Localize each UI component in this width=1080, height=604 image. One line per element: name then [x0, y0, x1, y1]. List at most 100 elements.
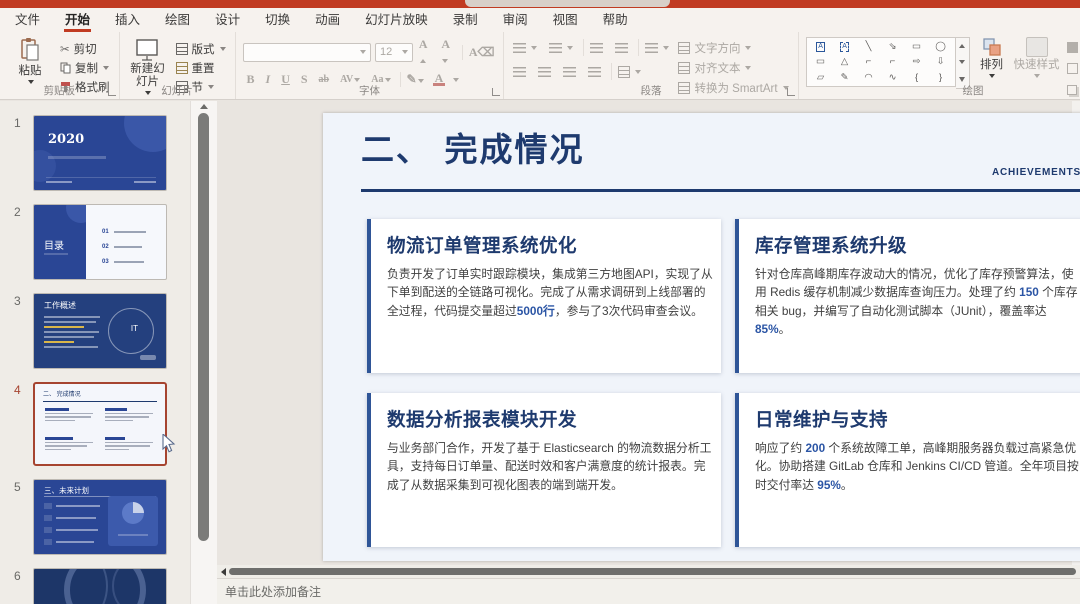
gallery-more-icon[interactable] — [959, 77, 965, 82]
scrollbar-thumb[interactable] — [229, 568, 1076, 575]
card-maintenance-support[interactable]: 日常维护与支持 响应了约 200 个系统故障工单，高峰期服务器负载过高紧急优化。… — [735, 393, 1080, 547]
thumb-title: 三、未来计划 — [44, 485, 89, 496]
slide-2-thumbnail[interactable]: 目录 01 02 03 — [33, 204, 167, 280]
tab-help[interactable]: 帮助 — [602, 6, 629, 32]
slide-1-thumbnail[interactable]: 2020 — [33, 115, 167, 191]
dialog-launcher-icon[interactable] — [787, 88, 795, 96]
oval-shape-icon[interactable]: ◯ — [935, 41, 946, 52]
align-text-icon — [678, 62, 690, 74]
slide-5-thumbnail[interactable]: 三、未来计划 — [33, 479, 167, 555]
group-slides: 新建幻灯片 版式 重置 节 幻灯片 — [119, 32, 235, 99]
clear-formatting-button[interactable]: A⌫ — [462, 45, 497, 60]
tab-view[interactable]: 视图 — [552, 6, 579, 32]
scroll-left-icon[interactable] — [221, 568, 226, 576]
copy-button[interactable]: 复制 — [58, 59, 112, 76]
down-arrow-shape-icon[interactable]: ⇩ — [937, 56, 945, 67]
thumbnail-row-6: 6 — [0, 568, 190, 604]
font-name-combobox[interactable] — [243, 43, 372, 62]
curve-shape-icon[interactable]: ∿ — [889, 72, 897, 83]
columns-button[interactable] — [611, 63, 643, 80]
card-inventory-system[interactable]: 库存管理系统升级 针对仓库高峰期库存波动大的情况，优化了库存预警算法，使用 Re… — [735, 219, 1080, 373]
justify-button[interactable] — [586, 63, 603, 80]
reset-button[interactable]: 重置 — [174, 59, 228, 76]
scroll-up-icon[interactable] — [200, 104, 208, 109]
layout-button[interactable]: 版式 — [174, 40, 228, 57]
elbow-arrow-connector-icon[interactable]: ⌐ — [890, 56, 896, 67]
card-data-analysis[interactable]: 数据分析报表模块开发 与业务部门合作，开发了基于 Elasticsearch 的… — [367, 393, 721, 547]
triangle-shape-icon[interactable]: △ — [841, 56, 848, 67]
align-left-button[interactable] — [511, 63, 528, 80]
numbering-button[interactable] — [547, 39, 575, 56]
slide-3-thumbnail[interactable]: 工作概述 IT — [33, 293, 167, 369]
thumb-title: 2020 — [48, 132, 84, 147]
card-body: 响应了约 200 个系统故障工单，高峰期服务器负载过高紧急优化。协助搭建 Git… — [755, 439, 1080, 494]
left-brace-shape-icon[interactable]: { — [915, 72, 918, 83]
tab-slideshow[interactable]: 幻灯片放映 — [364, 6, 429, 32]
slide-title-textbox[interactable]: 二、 完成情况 — [361, 123, 585, 171]
thumbnail-row-1: 1 2020 — [0, 115, 190, 191]
text-direction-button[interactable]: 文字方向 — [676, 39, 790, 56]
thumbnail-scrollbar[interactable] — [190, 101, 217, 604]
line-spacing-button[interactable] — [638, 39, 671, 56]
freeform-shape-icon[interactable]: ✎ — [841, 72, 849, 83]
toc-item-number: 01 — [102, 229, 109, 235]
textbox-shape-icon[interactable]: A — [816, 42, 825, 52]
horizontal-scrollbar[interactable] — [217, 565, 1080, 578]
slide-4-thumbnail-selected[interactable]: 二、 完成情况 — [33, 382, 167, 466]
slide-divider-line[interactable] — [361, 189, 1080, 192]
tab-insert[interactable]: 插入 — [114, 6, 141, 32]
paste-button[interactable]: 粘贴 — [7, 37, 53, 84]
dialog-launcher-icon[interactable] — [108, 88, 116, 96]
line-shape-icon[interactable]: ╲ — [866, 41, 872, 52]
arrow-shape-icon[interactable]: ⇘ — [889, 41, 897, 52]
paste-icon — [18, 37, 42, 63]
scroll-down-icon[interactable] — [959, 60, 965, 64]
slide-6-thumbnail[interactable] — [33, 568, 167, 604]
textbox-shape-icon[interactable]: A — [840, 42, 849, 52]
tab-home[interactable]: 开始 — [64, 6, 91, 32]
tab-file[interactable]: 文件 — [14, 6, 41, 32]
chevron-down-icon — [989, 74, 995, 78]
rounded-rect-shape-icon[interactable]: ▭ — [816, 56, 825, 67]
align-center-button[interactable] — [536, 63, 553, 80]
tab-animations[interactable]: 动画 — [314, 6, 341, 32]
tab-transitions[interactable]: 切换 — [264, 6, 291, 32]
arrange-button[interactable]: 排列 — [975, 37, 1009, 78]
shrink-font-button[interactable]: A — [439, 37, 458, 67]
scroll-up-icon[interactable] — [959, 44, 965, 48]
right-brace-shape-icon[interactable]: } — [939, 72, 942, 83]
notes-pane[interactable]: 单击此处添加备注 — [217, 578, 1080, 604]
rectangle-shape-icon[interactable]: ▭ — [912, 41, 921, 52]
align-right-button[interactable] — [561, 63, 578, 80]
increase-indent-button[interactable] — [613, 39, 630, 56]
tab-review[interactable]: 审阅 — [502, 6, 529, 32]
decrease-indent-button[interactable] — [583, 39, 605, 56]
bullets-button[interactable] — [511, 39, 539, 56]
tab-record[interactable]: 录制 — [452, 6, 479, 32]
shapes-gallery[interactable]: A A ╲ ⇘ ▭ ◯ ▭ △ ⌐ ⌐ ⇨ ⇩ ▱ ✎ ◠ ∿ { } — [806, 37, 956, 87]
parallelogram-shape-icon[interactable]: ▱ — [817, 72, 824, 83]
thumb-toc-title: 目录 — [44, 237, 64, 252]
cut-button[interactable]: ✂ 剪切 — [58, 40, 112, 57]
slide-subtitle-text[interactable]: ACHIEVEMENTS — [992, 167, 1080, 178]
current-slide[interactable]: 二、 完成情况 ACHIEVEMENTS 物流订单管理系统优化 负责开发了订单实… — [323, 113, 1080, 561]
text-direction-icon — [678, 42, 690, 54]
align-text-button[interactable]: 对齐文本 — [676, 59, 790, 76]
shapes-gallery-scroll[interactable] — [956, 37, 970, 89]
card-logistics-system[interactable]: 物流订单管理系统优化 负责开发了订单实时跟踪模块，集成第三方地图API，实现了从… — [367, 219, 721, 373]
slide-number: 1 — [14, 115, 26, 191]
font-size-combobox[interactable]: 12 — [375, 43, 413, 62]
tab-draw[interactable]: 绘图 — [164, 6, 191, 32]
elbow-connector-icon[interactable]: ⌐ — [866, 56, 872, 67]
scrollbar-thumb[interactable] — [198, 113, 209, 541]
arc-shape-icon[interactable]: ◠ — [864, 72, 872, 83]
tab-design[interactable]: 设计 — [214, 6, 241, 32]
shape-outline-button[interactable]: 形状轮廓 — [1065, 60, 1080, 77]
quick-styles-button[interactable]: 快速样式 — [1014, 37, 1060, 78]
thumb-footer-bar — [134, 181, 156, 183]
grow-font-button[interactable]: A — [417, 37, 436, 67]
group-label-clipboard: 剪贴板 — [0, 83, 119, 98]
right-arrow-shape-icon[interactable]: ⇨ — [913, 56, 921, 67]
shape-fill-button[interactable]: 形状填充 — [1065, 39, 1080, 56]
dialog-launcher-icon[interactable] — [492, 88, 500, 96]
